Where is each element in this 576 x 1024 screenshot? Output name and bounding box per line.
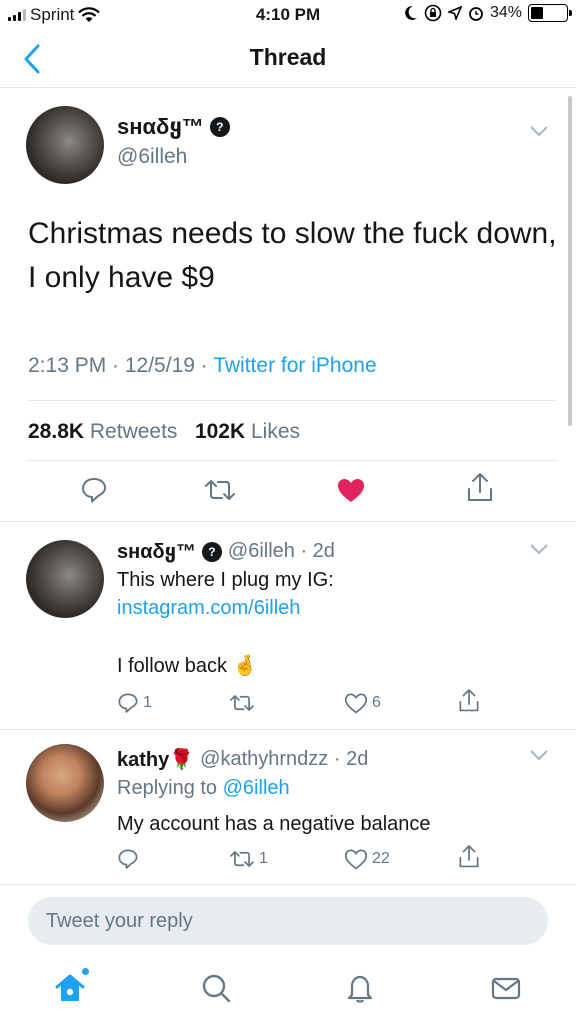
status-right: 34% xyxy=(404,4,572,22)
divider xyxy=(28,460,556,461)
heart-icon[interactable] xyxy=(336,476,366,504)
reply-text-line: My account has a negative balance xyxy=(117,813,431,835)
tweet-stats: 28.8K Retweets 102K Likes xyxy=(28,420,300,444)
badge-icon: ? xyxy=(201,541,222,562)
badge-icon: ? xyxy=(209,117,230,137)
like-action[interactable]: 22 xyxy=(344,848,390,870)
replying-to-line: Replying to @6illeh xyxy=(117,774,290,802)
retweet-icon[interactable] xyxy=(204,476,236,504)
battery-percent: 34% xyxy=(489,4,522,21)
page-title: Thread xyxy=(249,44,327,70)
share-icon[interactable] xyxy=(458,688,480,714)
share-icon[interactable] xyxy=(466,472,494,504)
tweet-timestamp: 2:13 PM · 12/5/19 · xyxy=(28,354,214,377)
chevron-down-icon[interactable] xyxy=(530,126,548,136)
avatar[interactable] xyxy=(26,744,104,822)
reply-composer: Tweet your reply xyxy=(0,884,576,956)
tweet-actions xyxy=(0,473,576,506)
home-icon[interactable] xyxy=(54,972,86,1004)
retweets-stat[interactable]: 28.8K Retweets xyxy=(28,420,177,443)
tab-bar xyxy=(0,956,576,1024)
instagram-link[interactable]: instagram.com/6illeh xyxy=(117,594,300,622)
author-display-name[interactable]: sʜαδყ™ xyxy=(117,539,196,564)
heart-icon xyxy=(344,693,368,714)
author-name[interactable]: sʜαδყ™ ? xyxy=(117,114,230,140)
heart-icon xyxy=(344,849,368,870)
tweet-text: Christmas needs to slow the fuck down, I… xyxy=(28,217,557,294)
author-handle[interactable]: @kathyhrndzz · 2d xyxy=(200,748,368,771)
reply-tweet[interactable]: kathy🌹 @kathyhrndzz · 2d Replying to @6i… xyxy=(0,730,576,884)
avatar[interactable] xyxy=(26,106,104,184)
like-count: 6 xyxy=(372,694,381,711)
moon-icon xyxy=(405,5,417,20)
reply-header: sʜαδყ™ ? @6illeh · 2d xyxy=(117,539,335,564)
reply-icon[interactable] xyxy=(80,476,108,504)
reply-icon xyxy=(118,849,138,869)
author-display-name[interactable]: kathy🌹 xyxy=(117,747,194,772)
battery-fill xyxy=(531,7,543,19)
reply-tweet[interactable]: sʜαδყ™ ? @6illeh · 2d This where I plug … xyxy=(0,522,576,730)
alarm-icon xyxy=(469,7,483,21)
chevron-down-icon[interactable] xyxy=(530,544,548,554)
divider xyxy=(28,400,556,401)
notifications-icon[interactable] xyxy=(344,972,376,1004)
reply-action[interactable]: 1 xyxy=(117,692,152,714)
likes-stat[interactable]: 102K Likes xyxy=(195,420,300,443)
share-icon[interactable] xyxy=(458,844,480,870)
reply-count: 1 xyxy=(143,694,152,711)
likes-count: 102K xyxy=(194,420,246,443)
author-handle[interactable]: @6illeh xyxy=(117,145,187,169)
home-unread-dot xyxy=(82,968,89,975)
search-icon[interactable] xyxy=(200,972,232,1004)
retweet-action[interactable] xyxy=(229,692,259,714)
retweets-count: 28.8K xyxy=(28,420,85,443)
main-tweet: sʜαδყ™ ? @6illeh Christmas needs to slow… xyxy=(0,88,576,522)
replying-to-handle[interactable]: @6illeh xyxy=(223,777,290,799)
retweets-label: Retweets xyxy=(89,420,178,443)
retweet-action[interactable]: 1 xyxy=(229,848,268,870)
rotation-lock-icon xyxy=(424,4,442,22)
reply-action[interactable] xyxy=(117,848,143,870)
author-display-name: sʜαδყ™ xyxy=(117,114,204,139)
reply-input[interactable]: Tweet your reply xyxy=(28,897,548,945)
author-handle[interactable]: @6illeh · 2d xyxy=(228,540,335,563)
nav-bar: Thread xyxy=(0,30,576,88)
reply-text-line: I follow back 🤞 xyxy=(117,655,258,677)
avatar[interactable] xyxy=(26,540,104,618)
replying-to-prefix: Replying to xyxy=(117,777,223,799)
messages-icon[interactable] xyxy=(490,972,522,1004)
like-count: 22 xyxy=(372,850,390,867)
retweet-icon xyxy=(230,695,254,711)
chevron-down-icon[interactable] xyxy=(530,750,548,760)
location-icon xyxy=(447,6,462,20)
tweet-source-link[interactable]: Twitter for iPhone xyxy=(213,354,376,377)
reply-text-line: This where I plug my IG: xyxy=(117,569,334,591)
reply-icon xyxy=(118,693,138,713)
retweet-icon xyxy=(230,851,254,867)
reply-header: kathy🌹 @kathyhrndzz · 2d xyxy=(117,747,368,772)
retweet-count: 1 xyxy=(259,850,268,867)
battery-icon xyxy=(528,4,572,22)
tweet-meta: 2:13 PM · 12/5/19 · Twitter for iPhone xyxy=(28,354,377,378)
status-bar: Sprint 4:10 PM 34% xyxy=(0,0,576,30)
likes-label: Likes xyxy=(251,420,301,443)
like-action[interactable]: 6 xyxy=(344,692,381,714)
